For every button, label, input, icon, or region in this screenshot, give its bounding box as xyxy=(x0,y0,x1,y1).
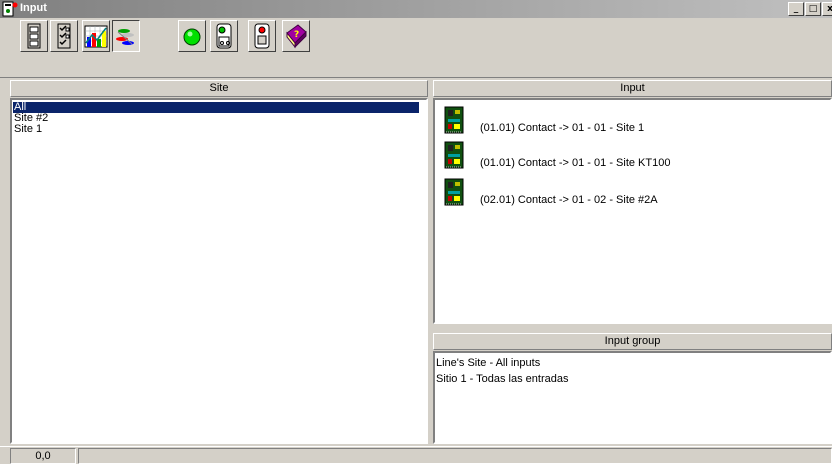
circuit-board-icon xyxy=(444,178,464,206)
help-button[interactable]: ? xyxy=(282,20,310,52)
input-group-list[interactable]: Line's Site - All inputs Sitio 1 - Todas… xyxy=(433,351,832,444)
minimize-button[interactable]: _ xyxy=(788,2,804,16)
input-group-item[interactable]: Line's Site - All inputs xyxy=(436,357,540,369)
chart-icon xyxy=(84,25,108,48)
output-device-icon xyxy=(254,23,270,49)
status-message xyxy=(78,448,832,464)
input-item-label: (01.01) Contact -> 01 - 01 - Site 1 xyxy=(480,122,645,134)
help-book-icon: ? xyxy=(286,24,307,49)
output-view-button[interactable] xyxy=(248,20,276,52)
status-coords: 0,0 xyxy=(10,448,76,464)
maximize-button[interactable]: □ xyxy=(805,2,821,16)
input-item-label: (02.01) Contact -> 01 - 02 - Site #2A xyxy=(480,194,658,206)
network-view-button[interactable] xyxy=(112,20,140,52)
input-group-item[interactable]: Sitio 1 - Todas las entradas xyxy=(436,373,568,385)
site-panel-header[interactable]: Site xyxy=(10,80,428,97)
app-icon xyxy=(2,1,18,17)
input-list[interactable]: (01.01) Contact -> 01 - 01 - Site 1 (01.… xyxy=(433,98,832,324)
site-list-item-all[interactable]: All xyxy=(13,102,419,113)
circuit-board-icon xyxy=(444,141,464,169)
input-view-button[interactable] xyxy=(210,20,238,52)
circuit-board-icon xyxy=(444,106,464,134)
svg-text:?: ? xyxy=(294,30,299,40)
network-icon xyxy=(116,29,134,45)
input-group-panel-header[interactable]: Input group xyxy=(433,333,832,350)
checklist-icon xyxy=(57,23,71,49)
window-title: Input xyxy=(20,2,47,14)
input-device-icon xyxy=(216,23,232,49)
title-bar[interactable] xyxy=(0,0,832,18)
cabinet-icon xyxy=(27,23,41,49)
input-panel-header[interactable]: Input xyxy=(433,80,832,97)
close-button[interactable]: x xyxy=(822,2,832,16)
site-list[interactable]: All Site #2 Site 1 xyxy=(10,98,428,444)
chart-view-button[interactable] xyxy=(82,20,110,52)
input-item-label: (01.01) Contact -> 01 - 01 - Site KT100 xyxy=(480,157,671,169)
green-circle-icon xyxy=(183,28,201,46)
devices-view-button[interactable] xyxy=(20,20,48,52)
checklist-view-button[interactable] xyxy=(50,20,78,52)
status-on-button[interactable] xyxy=(178,20,206,52)
site-list-item-site-1[interactable]: Site 1 xyxy=(13,124,42,135)
